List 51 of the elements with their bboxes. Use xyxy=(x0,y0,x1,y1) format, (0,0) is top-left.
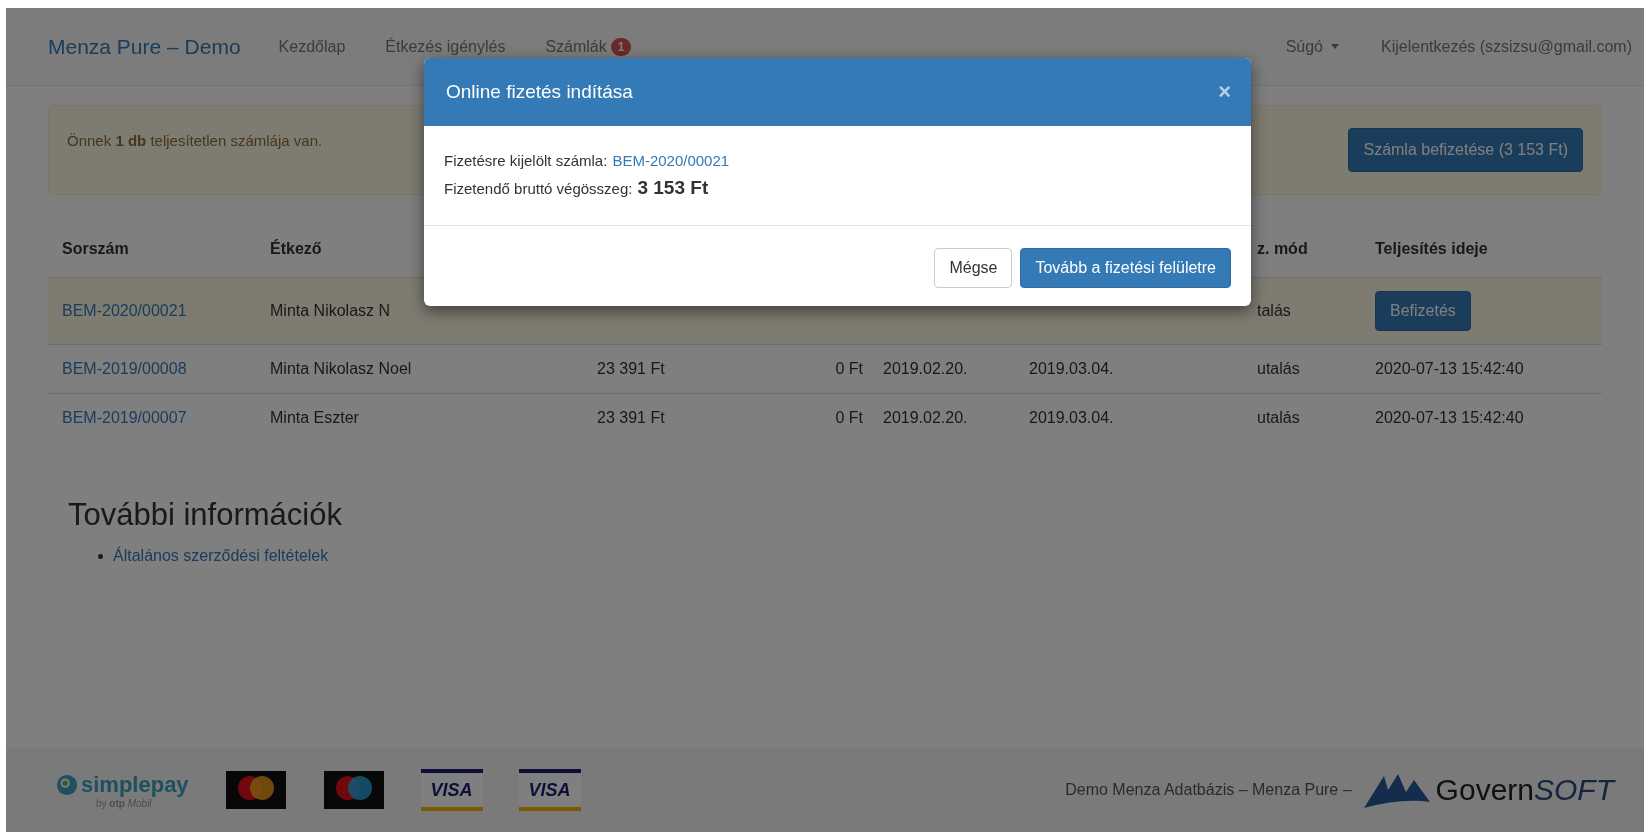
column-header: z. mód xyxy=(1257,239,1309,258)
pay-invoice-button[interactable]: Számla befizetése (3 153 Ft) xyxy=(1348,128,1583,172)
column-header: Teljesítés ideje xyxy=(1375,239,1489,258)
table-cell-text: 2020-07-13 15:42:40 xyxy=(1375,360,1525,378)
total-amount: 3 153 Ft xyxy=(637,177,709,199)
column-header: Étkező xyxy=(270,238,323,258)
brand-link[interactable]: Menza Pure – Demo xyxy=(48,34,241,59)
close-button[interactable]: × xyxy=(1214,79,1235,105)
table-cell-text: 2019.02.20. xyxy=(882,360,969,378)
visa-logo: VISA xyxy=(518,769,581,811)
footer-text: Demo Menza Adatbázis – Menza Pure – xyxy=(1065,781,1352,799)
table-cell-text: 0 Ft xyxy=(834,409,863,427)
bullet-icon xyxy=(98,553,103,559)
section-heading: További információk xyxy=(68,497,343,533)
table-cell-text: 23 391 Ft xyxy=(597,360,666,378)
table-cell-text: 2019.02.20. xyxy=(882,409,969,427)
invoice-link[interactable]: BEM-2020/00021 xyxy=(612,152,730,169)
table-cell-text: 2019.03.04. xyxy=(1029,360,1115,378)
table-cell-text: Minta Nikolasz Noel xyxy=(270,360,413,378)
table-cell-text: 2020-07-13 15:42:40 xyxy=(1375,409,1525,427)
caret-icon xyxy=(1331,44,1339,49)
alert-message: Önnek 1 db teljesítetlen számlája van. xyxy=(67,131,323,149)
table-cell-text: 0 Ft xyxy=(834,360,863,378)
table-cell-text: 2019.03.04. xyxy=(1029,409,1115,427)
card-logo-icon xyxy=(322,771,385,809)
invoice-link[interactable]: BEM-2019/00008 xyxy=(62,360,270,378)
card-logo-icon xyxy=(224,771,287,809)
field-label: Fizetésre kijelölt számla: xyxy=(444,152,608,169)
nav-link[interactable]: Kezdőlap xyxy=(278,37,346,56)
help-dropdown[interactable]: Súgó xyxy=(1285,37,1323,56)
table-cell-text: 23 391 Ft xyxy=(597,409,666,427)
nav-link[interactable]: Étkezés igénylés xyxy=(385,37,506,56)
logout-link[interactable]: Kijelentkezés (szsizsu@gmail.com) xyxy=(1381,37,1632,56)
count-badge: 1 xyxy=(610,37,632,56)
visa-logo: VISA xyxy=(420,769,483,811)
cancel-button[interactable]: Mégse xyxy=(934,248,1013,288)
vendor-logo: GovernSOFT xyxy=(1361,770,1614,810)
column-header: Sorszám xyxy=(62,239,130,258)
table-cell-text: utalás xyxy=(1257,409,1301,427)
dialog-title: Online fizetés indítása xyxy=(446,81,633,103)
table-cell-text: Minta Eszter xyxy=(270,409,360,427)
field-label: Fizetendő bruttó végösszeg: xyxy=(444,180,633,197)
table-cell-text: Minta Nikolasz N xyxy=(270,302,392,320)
proceed-button[interactable]: Tovább a fizetési felületre xyxy=(1020,248,1231,288)
table-cell-text: talás xyxy=(1257,302,1292,320)
invoice-link[interactable]: BEM-2020/00021 xyxy=(62,302,270,320)
terms-link[interactable]: Általános szerződési feltételek xyxy=(113,547,329,565)
nav-link[interactable]: Számlák xyxy=(545,37,607,56)
pay-button[interactable]: Befizetés xyxy=(1375,291,1471,331)
invoice-link[interactable]: BEM-2019/00007 xyxy=(62,409,270,427)
table-cell-text: utalás xyxy=(1257,360,1301,378)
